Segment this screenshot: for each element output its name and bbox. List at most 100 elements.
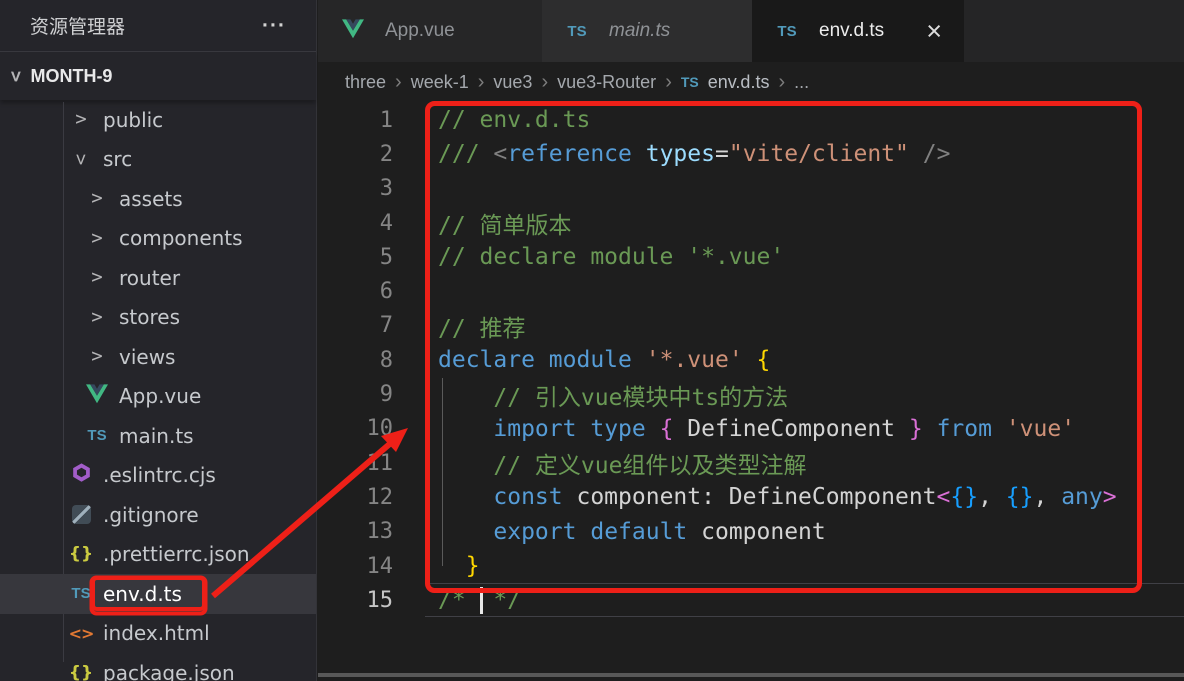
line-number: 5	[318, 245, 393, 270]
tree-item-label: package.json	[103, 661, 235, 681]
project-root-label: MONTH-9	[30, 66, 112, 87]
code-line-6[interactable]: 6	[318, 274, 1184, 308]
horizontal-scrollbar[interactable]	[318, 673, 1184, 677]
tree-folder-public[interactable]: > public	[0, 100, 316, 140]
code-line-14[interactable]: 14 }	[318, 549, 1184, 583]
editor-tabbar: App.vueTSmain.tsTSenv.d.ts×	[318, 0, 1184, 62]
tree-folder-src[interactable]: >src	[0, 140, 316, 180]
more-actions-icon[interactable]: ···	[262, 14, 286, 38]
breadcrumb-separator-icon: ›	[541, 71, 548, 94]
tree-file-gitignore[interactable]: .gitignore	[0, 495, 316, 535]
tree-item-icon-box: >	[84, 308, 110, 327]
current-line-border	[425, 583, 1184, 617]
tab-icon-box: TS	[564, 23, 590, 40]
tree-folder-assets[interactable]: >assets	[0, 179, 316, 219]
tree-item-label: .prettierrc.json	[103, 542, 250, 566]
ts-file-icon: TS	[681, 74, 699, 90]
code-line-3[interactable]: 3	[318, 172, 1184, 206]
code-line-9[interactable]: 9 // 引入vue模块中ts的方法	[318, 377, 1184, 411]
code-text: /* */	[438, 587, 521, 614]
code-text: // 简单版本	[438, 206, 572, 240]
chevron-right-icon: >	[91, 189, 102, 208]
breadcrumb-item-week-1[interactable]: week-1	[411, 72, 469, 93]
tree-folder-router[interactable]: >router	[0, 258, 316, 298]
tab-icon-box: TS	[774, 23, 800, 40]
line-number: 14	[318, 554, 393, 579]
line-number: 15	[318, 588, 393, 613]
code-line-15[interactable]: 15 /* */	[318, 583, 1184, 617]
code-line-4[interactable]: 4// 简单版本	[318, 206, 1184, 240]
tree-item-icon-box	[84, 384, 110, 409]
tree-file-eslintrc-cjs[interactable]: .eslintrc.cjs	[0, 456, 316, 496]
chevron-right-icon: >	[91, 308, 102, 327]
breadcrumb-item-three[interactable]: three	[345, 72, 386, 93]
vscode-window: 资源管理器 ··· > MONTH-9 >public>src>assets>c…	[0, 0, 1184, 681]
vue-logo-icon	[342, 19, 364, 44]
code-line-2[interactable]: 2/// <reference types="vite/client" />	[318, 137, 1184, 171]
code-line-7[interactable]: 7 // 推荐	[318, 309, 1184, 343]
project-root-row[interactable]: > MONTH-9	[0, 52, 316, 100]
line-number: 13	[318, 519, 393, 544]
breadcrumb-item-vue3[interactable]: vue3	[493, 72, 532, 93]
tree-folder-components[interactable]: >components	[0, 219, 316, 259]
line-number: 10	[318, 416, 393, 441]
code-line-10[interactable]: 10 import type { DefineComponent } from …	[318, 412, 1184, 446]
ts-file-icon: TS	[87, 427, 106, 444]
code-text: import type { DefineComponent } from 'vu…	[438, 416, 1075, 442]
line-number: 7	[318, 313, 393, 338]
code-text: declare module '*.vue' {	[438, 347, 770, 373]
code-line-8[interactable]: 8 declare module '*.vue' {	[318, 343, 1184, 377]
tree-item-label: main.ts	[119, 424, 194, 448]
code-lines: 1// env.d.ts2/// <reference types="vite/…	[318, 102, 1184, 617]
code-text: /// <reference types="vite/client" />	[438, 141, 950, 167]
chevron-right-icon: >	[91, 268, 102, 287]
tree-item-label: src	[103, 147, 132, 171]
tree-file-env-d-ts[interactable]: TSenv.d.ts	[0, 574, 316, 614]
file-tree: >public>src>assets>components>router>sto…	[0, 100, 316, 681]
tree-file-index-html[interactable]: <>index.html	[0, 614, 316, 654]
tree-file-App-vue[interactable]: App.vue	[0, 377, 316, 417]
breadcrumb-separator-icon: ›	[478, 71, 485, 94]
tree-item-icon-box: >	[84, 229, 110, 248]
ts-file-icon: TS	[567, 23, 586, 40]
tree-item-icon-box: >	[68, 110, 94, 129]
tree-file-prettierrc-json[interactable]: {}.prettierrc.json	[0, 535, 316, 575]
code-text: }	[438, 553, 480, 579]
tab-env-d-ts[interactable]: TS env.d.ts ×	[752, 0, 964, 62]
tab-main-ts[interactable]: TSmain.ts	[542, 0, 752, 62]
tree-item-label: views	[119, 345, 175, 369]
tree-item-icon-box: >	[84, 268, 110, 287]
code-text: // 引入vue模块中ts的方法	[438, 378, 788, 412]
explorer-header: 资源管理器 ···	[0, 0, 316, 52]
code-text: // env.d.ts	[438, 107, 590, 133]
tree-item-icon-box: {}	[68, 663, 94, 681]
vue-logo-icon	[86, 384, 108, 409]
tab-icon-box	[340, 19, 366, 44]
breadcrumb-item-symbol[interactable]: ...	[794, 72, 809, 93]
breadcrumb-separator-icon: ›	[395, 71, 402, 94]
chevron-down-icon: >	[6, 70, 25, 81]
tab-label: env.d.ts	[819, 20, 884, 42]
breadcrumb-item-vue3-Router[interactable]: vue3-Router	[557, 72, 656, 93]
code-line-5[interactable]: 5// declare module '*.vue'	[318, 240, 1184, 274]
breadcrumb-item-file[interactable]: env.d.ts	[708, 72, 770, 93]
code-editor[interactable]: 1// env.d.ts2/// <reference types="vite/…	[318, 102, 1184, 681]
explorer-sidebar: 资源管理器 ··· > MONTH-9 >public>src>assets>c…	[0, 0, 317, 681]
tree-item-icon-box: TS	[84, 427, 110, 444]
tree-file-main-ts[interactable]: TS main.ts	[0, 416, 316, 456]
code-line-1[interactable]: 1// env.d.ts	[318, 103, 1184, 137]
close-icon[interactable]: ×	[926, 18, 942, 45]
tree-folder-stores[interactable]: >stores	[0, 298, 316, 338]
breadcrumb-separator-icon: ›	[665, 71, 672, 94]
code-line-13[interactable]: 13 export default component	[318, 515, 1184, 549]
tree-item-label: public	[103, 108, 163, 132]
code-line-11[interactable]: 11 // 定义vue组件以及类型注解	[318, 446, 1184, 480]
tree-file-package-json[interactable]: {} package.json	[0, 653, 316, 681]
tab-App-vue[interactable]: App.vue	[318, 0, 542, 62]
code-line-12[interactable]: 12 const component: DefineComponent<{}, …	[318, 480, 1184, 514]
tree-folder-views[interactable]: >views	[0, 337, 316, 377]
code-text: export default component	[438, 519, 826, 545]
code-text: // 推荐	[438, 309, 526, 343]
line-number: 8	[318, 348, 393, 373]
line-number: 11	[318, 451, 393, 476]
